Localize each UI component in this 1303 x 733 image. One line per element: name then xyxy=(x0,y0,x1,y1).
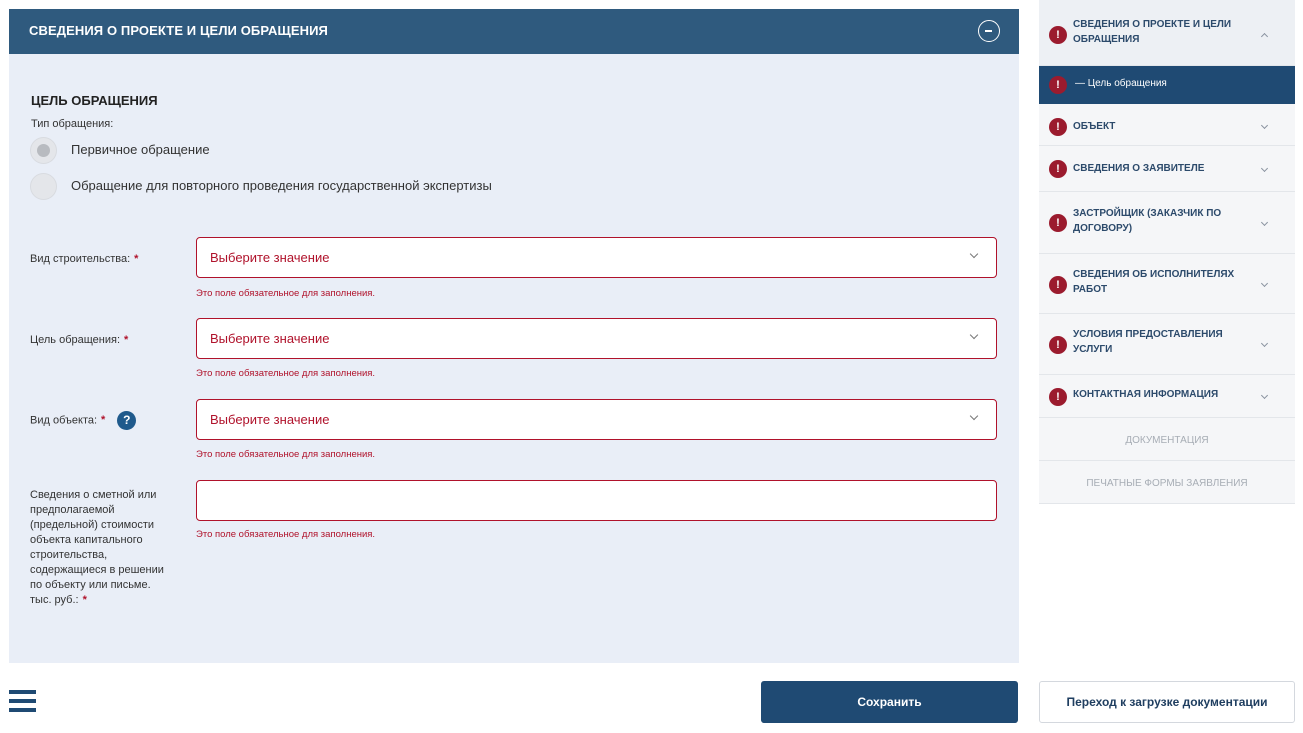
required-mark: * xyxy=(82,594,87,606)
sidebar-subitem-purpose[interactable]: ! — Цель обращения xyxy=(1039,66,1295,104)
chevron-down-icon xyxy=(1260,339,1269,348)
construction-type-label: Вид строительства: * xyxy=(30,253,139,265)
menu-icon[interactable] xyxy=(9,690,36,712)
chevron-down-icon xyxy=(969,411,979,421)
error-icon: ! xyxy=(1049,276,1067,294)
sidebar-item-label: СВЕДЕНИЯ ОБ ИСПОЛНИТЕЛЯХ РАБОТ xyxy=(1073,269,1235,295)
purpose-label: Цель обращения: * xyxy=(30,334,129,346)
sidebar-item-label: ДОКУМЕНТАЦИЯ xyxy=(1125,435,1209,446)
section-title: ЦЕЛЬ ОБРАЩЕНИЯ xyxy=(31,93,158,108)
chevron-down-icon xyxy=(1260,164,1269,173)
construction-type-error: Это поле обязательное для заполнения. xyxy=(196,288,376,299)
cost-input[interactable] xyxy=(196,480,997,521)
sidebar-item-documentation: ДОКУМЕНТАЦИЯ xyxy=(1039,418,1295,461)
object-type-error: Это поле обязательное для заполнения. xyxy=(196,449,376,460)
save-button[interactable]: Сохранить xyxy=(761,681,1018,723)
construction-type-select[interactable]: Выберите значение xyxy=(196,237,997,278)
collapse-icon[interactable] xyxy=(978,20,1000,42)
sidebar-item-applicant[interactable]: ! СВЕДЕНИЯ О ЗАЯВИТЕЛЕ xyxy=(1039,146,1295,192)
object-type-label: Вид объекта: *? xyxy=(30,411,137,430)
chevron-down-icon xyxy=(1260,121,1269,130)
construction-type-value: Выберите значение xyxy=(210,250,330,265)
project-info-panel: СВЕДЕНИЯ О ПРОЕКТЕ И ЦЕЛИ ОБРАЩЕНИЯ ЦЕЛЬ… xyxy=(9,9,1019,663)
chevron-down-icon xyxy=(969,249,979,259)
chevron-down-icon xyxy=(1260,391,1269,400)
error-icon: ! xyxy=(1049,336,1067,354)
radio-repeat-request-label[interactable]: Обращение для повторного проведения госу… xyxy=(71,178,492,193)
sidebar-item-contacts[interactable]: ! КОНТАКТНАЯ ИНФОРМАЦИЯ xyxy=(1039,375,1295,418)
required-mark: * xyxy=(124,334,129,346)
sidebar-item-label: КОНТАКТНАЯ ИНФОРМАЦИЯ xyxy=(1073,389,1219,400)
required-mark: * xyxy=(101,414,106,427)
sidebar-item-print-forms: ПЕЧАТНЫЕ ФОРМЫ ЗАЯВЛЕНИЯ xyxy=(1039,461,1295,504)
panel-title: СВЕДЕНИЯ О ПРОЕКТЕ И ЦЕЛИ ОБРАЩЕНИЯ xyxy=(29,23,328,38)
error-icon: ! xyxy=(1049,26,1067,44)
cost-error: Это поле обязательное для заполнения. xyxy=(196,529,376,540)
object-type-select[interactable]: Выберите значение xyxy=(196,399,997,440)
purpose-error: Это поле обязательное для заполнения. xyxy=(196,368,376,379)
error-icon: ! xyxy=(1049,214,1067,232)
help-icon[interactable]: ? xyxy=(117,411,137,430)
sidebar-item-label: СВЕДЕНИЯ О ЗАЯВИТЕЛЕ xyxy=(1073,163,1205,174)
sidebar-item-contractors[interactable]: ! СВЕДЕНИЯ ОБ ИСПОЛНИТЕЛЯХ РАБОТ xyxy=(1039,254,1295,314)
chevron-down-icon xyxy=(1260,279,1269,288)
sidebar-item-label: СВЕДЕНИЯ О ПРОЕКТЕ И ЦЕЛИ ОБРАЩЕНИЯ xyxy=(1073,19,1232,45)
panel-header: СВЕДЕНИЯ О ПРОЕКТЕ И ЦЕЛИ ОБРАЩЕНИЯ xyxy=(9,9,1019,54)
go-to-documentation-upload-button[interactable]: Переход к загрузке документации xyxy=(1039,681,1295,723)
error-icon: ! xyxy=(1049,76,1067,94)
sidebar-item-object[interactable]: ! ОБЪЕКТ xyxy=(1039,104,1295,146)
sidebar-item-label: ЗАСТРОЙЩИК (ЗАКАЗЧИК ПО ДОГОВОРУ) xyxy=(1073,208,1222,234)
sidebar-item-label: ОБЪЕКТ xyxy=(1073,121,1116,132)
sidebar-item-project-info[interactable]: ! СВЕДЕНИЯ О ПРОЕКТЕ И ЦЕЛИ ОБРАЩЕНИЯ xyxy=(1039,0,1295,66)
required-mark: * xyxy=(134,253,139,265)
sidebar-item-label: УСЛОВИЯ ПРЕДОСТАВЛЕНИЯ УСЛУГИ xyxy=(1073,329,1223,355)
radio-primary-request-label[interactable]: Первичное обращение xyxy=(71,142,210,157)
chevron-up-icon xyxy=(1260,32,1269,41)
error-icon: ! xyxy=(1049,388,1067,406)
sidebar-item-label: ПЕЧАТНЫЕ ФОРМЫ ЗАЯВЛЕНИЯ xyxy=(1086,478,1248,489)
radio-primary-request[interactable] xyxy=(30,137,57,164)
radio-repeat-request[interactable] xyxy=(30,173,57,200)
purpose-value: Выберите значение xyxy=(210,331,330,346)
object-type-value: Выберите значение xyxy=(210,412,330,427)
sidebar-item-service-conditions[interactable]: ! УСЛОВИЯ ПРЕДОСТАВЛЕНИЯ УСЛУГИ xyxy=(1039,314,1295,375)
purpose-select[interactable]: Выберите значение xyxy=(196,318,997,359)
cost-label: Сведения о сметной или предполагаемой (п… xyxy=(30,489,164,606)
sidebar-subitem-label: — Цель обращения xyxy=(1075,78,1167,89)
error-icon: ! xyxy=(1049,160,1067,178)
page-root: { "panel": { "title": "СВЕДЕНИЯ О ПРОЕКТ… xyxy=(0,0,1303,733)
chevron-down-icon xyxy=(1260,218,1269,227)
sidebar-item-developer[interactable]: ! ЗАСТРОЙЩИК (ЗАКАЗЧИК ПО ДОГОВОРУ) xyxy=(1039,192,1295,254)
request-type-label: Тип обращения: xyxy=(31,118,114,130)
chevron-down-icon xyxy=(969,330,979,340)
error-icon: ! xyxy=(1049,118,1067,136)
